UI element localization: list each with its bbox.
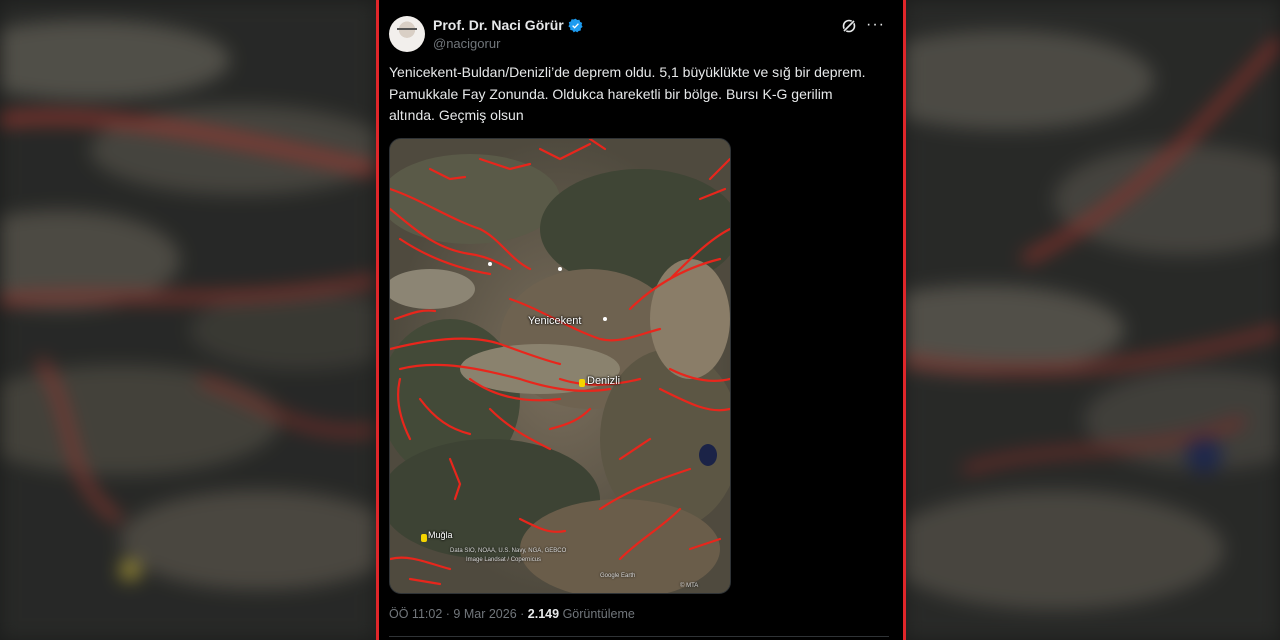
verified-badge-icon [568,18,583,32]
background-blur-left [0,0,376,640]
map-label-denizli: Denizli [587,375,621,387]
map-label-yenicekent: Yenicekent [528,315,582,327]
tweet-meta: ÖÖ 11:02 · 9 Mar 2026 · 2.149 Görüntülem… [389,607,635,621]
background-blur-right [904,0,1280,640]
grok-icon[interactable] [841,18,857,34]
map-pin-epicenter [579,379,585,387]
map-credit-data: Data SIO, NOAA, U.S. Navy, NGA, GEBCO [450,548,567,554]
author-name[interactable]: Prof. Dr. Naci Görür [433,17,564,33]
tweet-time[interactable]: ÖÖ 11:02 [389,607,442,621]
map-label-mugla: Muğla [428,530,453,540]
author-name-row: Prof. Dr. Naci Görür [433,17,583,33]
map-credit-logo: © MTA [680,583,699,589]
meta-separator: · [520,607,525,621]
tweet-media-map[interactable]: Yenicekent Denizli Muğla Data SIO, NOAA,… [389,138,731,594]
bottom-divider [389,636,889,637]
author-avatar[interactable] [389,16,425,52]
views-count: 2.149 [527,607,560,621]
map-credit-google: Google Earth [600,573,636,579]
tweet-text: Yenicekent-Buldan/Denizli’de deprem oldu… [389,64,866,123]
tweet-card: Prof. Dr. Naci Görür @nacigorur ··· Yeni… [376,0,906,640]
map-pin-mugla [421,534,427,542]
more-icon[interactable]: ··· [866,16,885,34]
fault-map-image [390,139,730,593]
views-label: Görüntüleme [562,607,635,621]
tweet-date[interactable]: 9 Mar 2026 [453,607,516,621]
author-handle[interactable]: @nacigorur [433,36,500,51]
tweet-header: Prof. Dr. Naci Görür @nacigorur ··· [389,14,889,54]
avatar-glasses [397,28,417,34]
map-credit-image: Image Landsat / Copernicus [466,557,542,563]
meta-separator: · [445,607,450,621]
